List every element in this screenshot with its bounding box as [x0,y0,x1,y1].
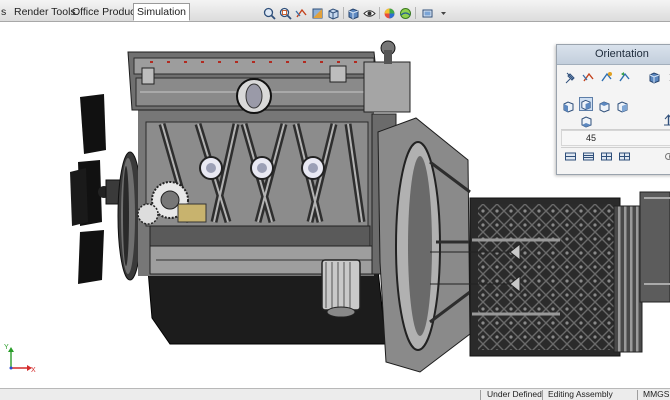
hide-show-items-icon[interactable] [362,5,377,21]
display-style-icon[interactable] [346,5,361,21]
zoom-to-fit-icon[interactable] [262,5,277,21]
chevron-right-icon[interactable] [665,70,670,84]
previous-view-icon[interactable] [294,5,309,21]
toolbar-separator [379,7,380,19]
divider [561,147,670,148]
status-bar: Under Defined Editing Assembly MMGS [0,388,670,400]
units-status[interactable]: MMGS [643,389,669,400]
zoom-to-area-icon[interactable] [278,5,293,21]
right-view-icon[interactable] [615,99,629,113]
status-separator [480,390,481,400]
two-view-vertical-icon[interactable] [599,149,613,163]
left-view-icon[interactable] [597,99,611,113]
view-settings-icon[interactable] [420,5,435,21]
orientation-dialog-title[interactable]: Orientation [557,45,670,65]
toolbar-separator [415,7,416,19]
command-manager-tabs: s Render Tools Office Products Simulatio… [0,0,670,22]
tab-partial[interactable]: s [0,3,10,21]
oil-filter[interactable] [321,259,361,318]
normal-to-icon[interactable] [661,113,670,127]
apply-scene-icon[interactable] [398,5,413,21]
section-view-icon[interactable] [310,5,325,21]
update-standard-views-icon[interactable] [599,70,613,84]
top-view-icon[interactable] [579,114,593,128]
chevron-down-icon[interactable] [436,5,451,21]
pin-icon[interactable] [563,70,577,84]
orientation-dialog: Orientation 45 [556,44,670,175]
triad-x-label: X [31,367,36,374]
four-view-icon[interactable] [617,149,631,163]
back-view-icon[interactable] [579,97,593,111]
cylinder-head[interactable] [127,51,381,114]
link-views-icon[interactable] [663,149,670,163]
two-view-horizontal-icon[interactable] [581,149,595,163]
cooling-fan[interactable] [70,94,121,284]
front-view-icon[interactable] [561,99,575,113]
heads-up-view-toolbar [262,5,462,21]
reference-triad: Y X [3,344,37,376]
status-separator [542,390,543,400]
single-view-icon[interactable] [563,149,577,163]
tab-simulation[interactable]: Simulation [133,3,191,21]
status-separator [637,390,638,400]
toolbar-separator [343,7,344,19]
definition-status: Under Defined [487,389,542,399]
view-orientation-icon[interactable] [326,5,341,21]
triad-y-label: Y [4,344,9,351]
edit-appearance-icon[interactable] [382,5,397,21]
new-view-icon[interactable] [581,70,595,84]
bellhousing[interactable] [377,117,474,373]
editing-mode-status: Editing Assembly [548,389,613,399]
view-angle-field[interactable]: 45 [561,130,670,146]
reset-standard-views-icon[interactable] [617,70,631,84]
view-selector-icon[interactable] [647,70,661,84]
